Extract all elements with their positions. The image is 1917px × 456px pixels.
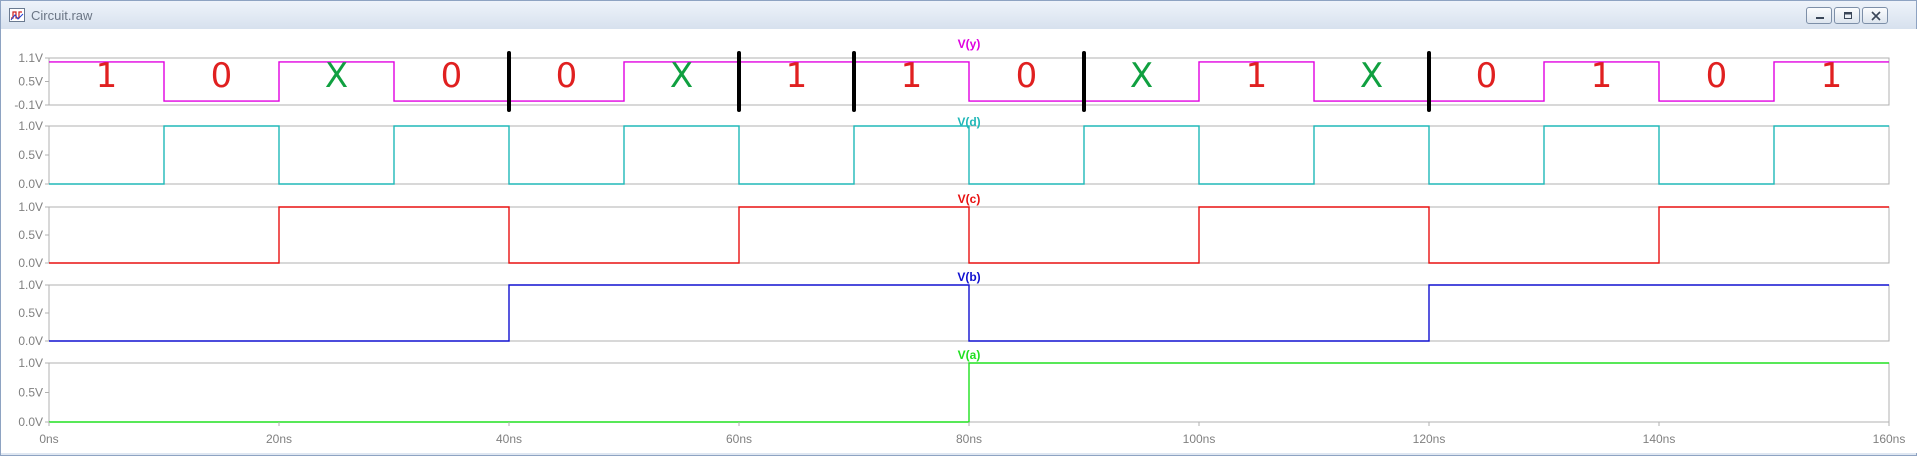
annotation-mark: 1 [786, 56, 808, 96]
y-tick-label: 0.0V [18, 256, 43, 270]
y-tick-label: -0.1V [14, 98, 43, 112]
x-tick-label: 0ns [39, 432, 58, 446]
trace-label-c[interactable]: V(c) [958, 192, 981, 206]
waveform-app-icon [9, 8, 25, 22]
annotation-mark: 0 [211, 56, 233, 96]
title-bar[interactable]: Circuit.raw [1, 1, 1916, 29]
annotation-mark: 0 [1476, 56, 1498, 96]
y-tick-label: 0.5V [18, 228, 43, 242]
annotation-mark: X [325, 56, 348, 96]
minimize-icon [1816, 17, 1824, 19]
y-tick-label: 0.5V [18, 386, 43, 400]
annotation-mark: 1 [1246, 56, 1268, 96]
trace-label-y[interactable]: V(y) [958, 37, 981, 51]
annotation-mark: 0 [1706, 56, 1728, 96]
x-tick-label: 160ns [1873, 432, 1906, 446]
annotation-mark: X [1360, 56, 1383, 96]
x-tick-label: 40ns [496, 432, 522, 446]
annotation-mark: X [1130, 56, 1153, 96]
y-tick-label: 0.5V [18, 148, 43, 162]
annotation-mark: 1 [1591, 56, 1613, 96]
annotation-mark: 0 [556, 56, 578, 96]
window-title: Circuit.raw [31, 8, 93, 23]
y-tick-label: 0.0V [18, 334, 43, 348]
x-tick-label: 100ns [1183, 432, 1216, 446]
y-tick-label: 0.0V [18, 415, 43, 429]
x-tick-label: 120ns [1413, 432, 1446, 446]
x-tick-label: 60ns [726, 432, 752, 446]
x-tick-label: 80ns [956, 432, 982, 446]
x-tick-label: 140ns [1643, 432, 1676, 446]
annotation-mark: 0 [1016, 56, 1038, 96]
close-button[interactable] [1862, 7, 1888, 24]
waveform-plot[interactable]: 1.1V0.5V-0.1VV(y)1.0V0.5V0.0VV(d)1.0V0.5… [1, 29, 1917, 453]
annotation-mark: 0 [441, 56, 463, 96]
maximize-icon [1844, 12, 1852, 19]
y-tick-label: 0.5V [18, 75, 43, 89]
x-tick-label: 20ns [266, 432, 292, 446]
y-tick-label: 1.0V [18, 119, 43, 133]
annotation-mark: 1 [901, 56, 923, 96]
annotation-mark: 1 [96, 56, 118, 96]
y-tick-label: 1.0V [18, 200, 43, 214]
close-icon [1871, 11, 1881, 21]
y-tick-label: 0.5V [18, 306, 43, 320]
y-tick-label: 1.0V [18, 278, 43, 292]
maximize-button[interactable] [1834, 7, 1860, 24]
trace-label-a[interactable]: V(a) [958, 348, 981, 362]
y-tick-label: 1.0V [18, 356, 43, 370]
y-tick-label: 1.1V [18, 51, 43, 65]
trace-label-b[interactable]: V(b) [957, 270, 980, 284]
annotation-mark: 1 [1821, 56, 1843, 96]
y-tick-label: 0.0V [18, 177, 43, 191]
minimize-button[interactable] [1806, 7, 1832, 24]
annotation-mark: X [670, 56, 693, 96]
plot-area[interactable]: 1.1V 0.5V -0.1V V(y) 1.0V 0.5V 0.0V V(d) 1.0V 0.5… [1, 29, 1917, 453]
waveform-window: Circuit.raw 1.1V 0.5V -0.1V V(y) 1.0V 0.5V 0.0… [0, 0, 1917, 456]
